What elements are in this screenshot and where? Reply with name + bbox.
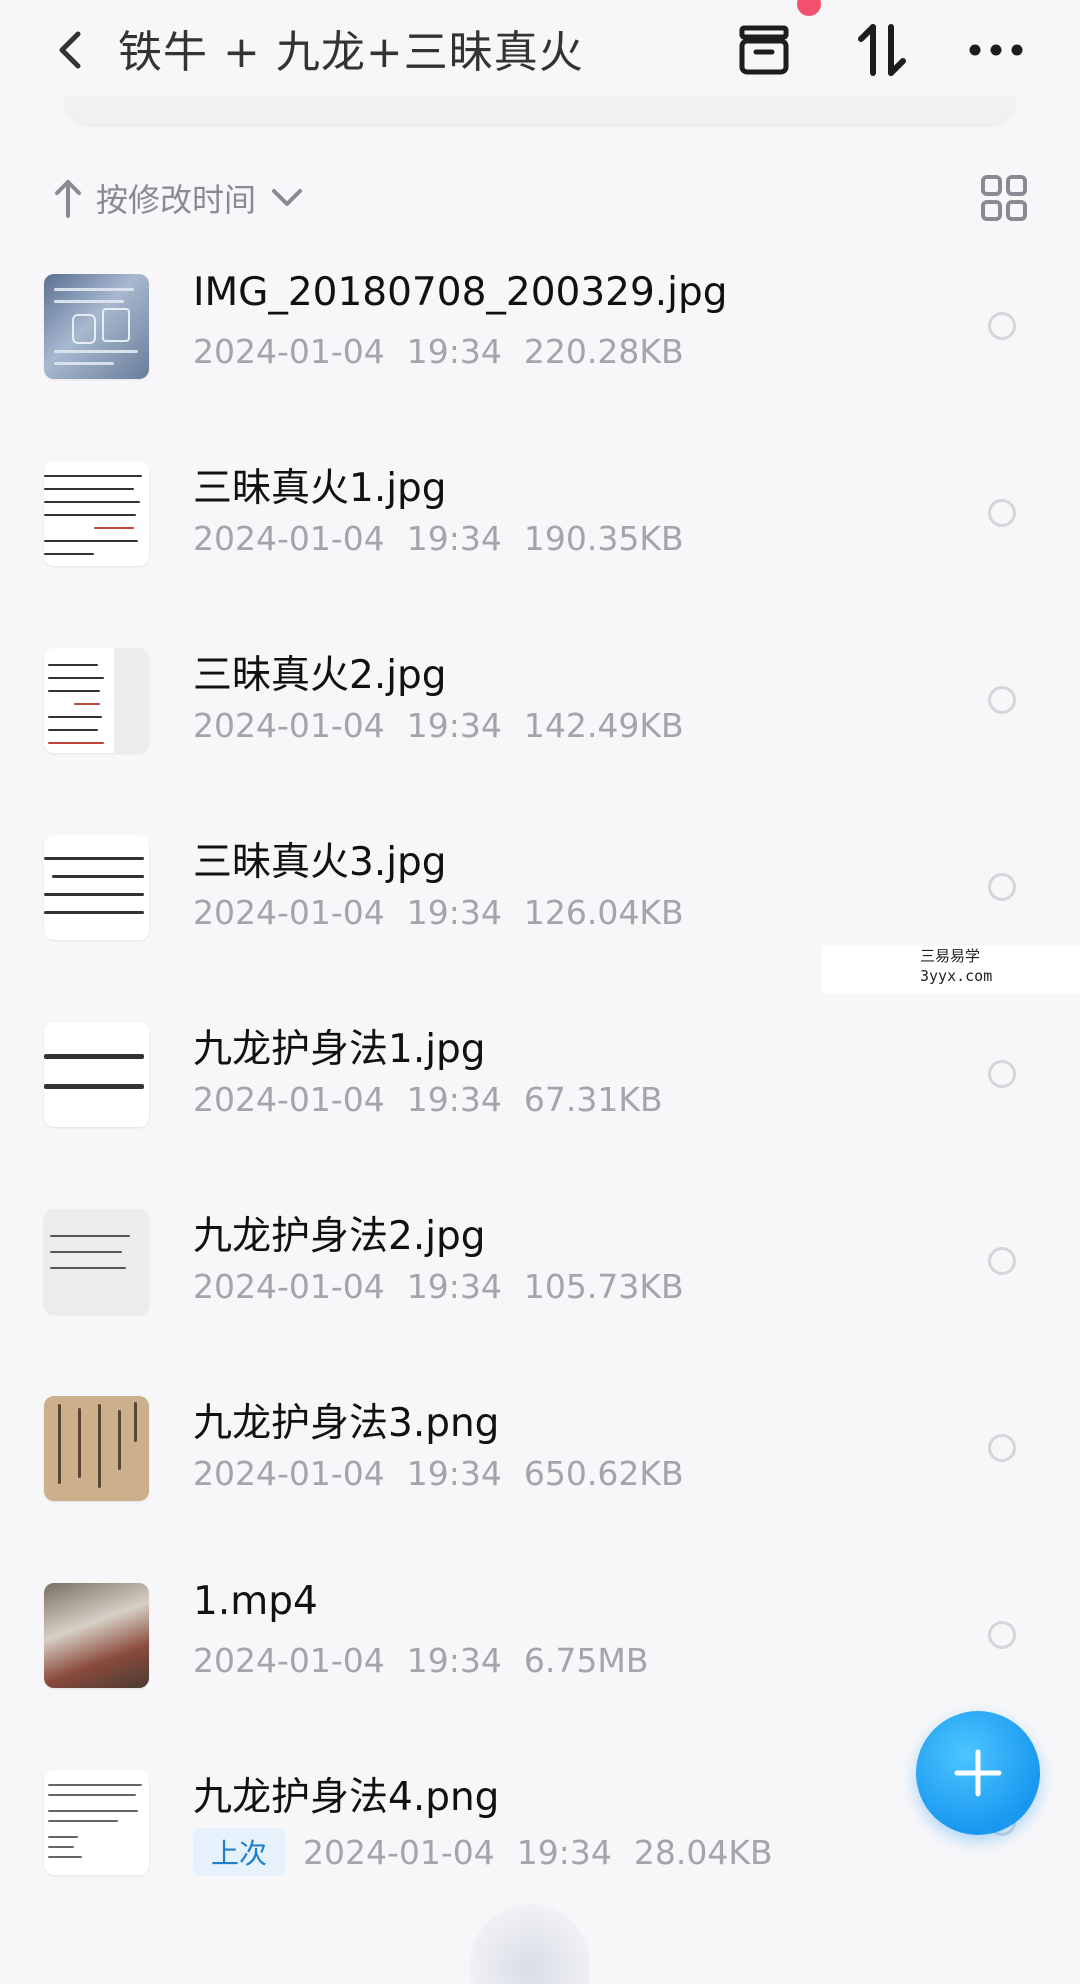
select-radio[interactable] <box>988 1060 1016 1088</box>
file-time: 19:34 <box>406 519 502 558</box>
file-time: 19:34 <box>406 1267 502 1306</box>
select-radio[interactable] <box>988 1247 1016 1275</box>
notification-dot <box>797 0 821 16</box>
file-time: 19:34 <box>406 1641 502 1680</box>
file-name: 九龙护身法1.jpg <box>193 1027 486 1072</box>
file-name: 九龙护身法4.png <box>193 1775 500 1820</box>
video-thumbnail <box>44 1583 149 1688</box>
file-meta: 上次 2024-01-04 19:34 28.04KB <box>193 1828 795 1876</box>
folder-title: 铁牛 + 九龙+三昧真火 <box>118 27 584 78</box>
file-size: 126.04KB <box>523 893 684 932</box>
sort-selector[interactable]: 按修改时间 <box>50 168 304 228</box>
grid-view-button[interactable] <box>980 174 1028 222</box>
site-watermark: 三易易学 3yyx.com <box>822 946 1080 994</box>
image-thumbnail <box>44 835 149 940</box>
select-radio[interactable] <box>988 686 1016 714</box>
file-row[interactable]: 九龙护身法3.png 2024-01-04 19:34 650.62KB <box>0 1354 1080 1541</box>
file-time: 19:34 <box>406 893 502 932</box>
file-row[interactable]: 九龙护身法2.jpg 2024-01-04 19:34 105.73KB <box>0 1167 1080 1354</box>
more-dots-icon <box>969 44 1023 56</box>
file-date: 2024-01-04 <box>303 1832 495 1872</box>
file-time: 19:34 <box>406 1080 502 1119</box>
select-radio[interactable] <box>988 1434 1016 1462</box>
file-meta: 2024-01-04 19:34 6.75MB <box>193 1641 670 1680</box>
file-date: 2024-01-04 <box>193 519 385 558</box>
file-name: IMG_20180708_200329.jpg <box>193 270 728 315</box>
back-chevron-icon <box>59 31 81 69</box>
file-row[interactable]: 三昧真火1.jpg 2024-01-04 19:34 190.35KB <box>0 419 1080 606</box>
plus-icon <box>954 1749 1002 1797</box>
file-name: 三昧真火1.jpg <box>193 466 447 511</box>
image-thumbnail <box>44 1209 149 1314</box>
file-size: 142.49KB <box>523 706 684 745</box>
file-date: 2024-01-04 <box>193 1080 385 1119</box>
sort-swap-button[interactable] <box>850 18 914 82</box>
floating-assistant-avatar[interactable] <box>470 1904 590 1984</box>
file-row[interactable]: 三昧真火2.jpg 2024-01-04 19:34 142.49KB <box>0 606 1080 793</box>
file-date: 2024-01-04 <box>193 1267 385 1306</box>
file-time: 19:34 <box>406 332 502 371</box>
file-size: 190.35KB <box>523 519 684 558</box>
file-name: 九龙护身法3.png <box>193 1401 500 1446</box>
select-radio[interactable] <box>988 499 1016 527</box>
file-meta: 2024-01-04 19:34 105.73KB <box>193 1267 706 1306</box>
file-date: 2024-01-04 <box>193 1454 385 1493</box>
file-size: 105.73KB <box>523 1267 684 1306</box>
file-name: 三昧真火2.jpg <box>193 653 447 698</box>
file-list: IMG_20180708_200329.jpg 2024-01-04 19:34… <box>0 232 1080 1915</box>
more-options-button[interactable] <box>964 18 1028 82</box>
file-meta: 2024-01-04 19:34 126.04KB <box>193 893 706 932</box>
file-date: 2024-01-04 <box>193 332 385 371</box>
file-date: 2024-01-04 <box>193 893 385 932</box>
image-thumbnail <box>44 648 149 753</box>
watermark-line-1: 三易易学 <box>920 947 981 965</box>
add-fab-button[interactable] <box>916 1711 1040 1835</box>
select-radio[interactable] <box>988 1621 1016 1649</box>
top-app-bar: 铁牛 + 九龙+三昧真火 <box>0 0 1080 100</box>
image-thumbnail <box>44 1022 149 1127</box>
file-meta: 2024-01-04 19:34 190.35KB <box>193 519 706 558</box>
grid-view-icon <box>981 175 1027 221</box>
image-thumbnail <box>44 274 149 379</box>
search-bar-edge <box>64 96 1016 124</box>
file-name: 九龙护身法2.jpg <box>193 1214 486 1259</box>
file-size: 67.31KB <box>523 1080 663 1119</box>
sort-label: 按修改时间 <box>96 181 257 219</box>
file-meta: 2024-01-04 19:34 142.49KB <box>193 706 706 745</box>
file-row[interactable]: IMG_20180708_200329.jpg 2024-01-04 19:34… <box>0 232 1080 419</box>
file-size: 650.62KB <box>523 1454 684 1493</box>
file-date: 2024-01-04 <box>193 1641 385 1680</box>
file-time: 19:34 <box>516 1832 612 1872</box>
file-meta: 2024-01-04 19:34 650.62KB <box>193 1454 706 1493</box>
file-row[interactable]: 1.mp4 2024-01-04 19:34 6.75MB <box>0 1541 1080 1728</box>
select-radio[interactable] <box>988 873 1016 901</box>
file-row[interactable]: 九龙护身法1.jpg 2024-01-04 19:34 67.31KB <box>0 980 1080 1167</box>
file-date: 2024-01-04 <box>193 706 385 745</box>
archive-button[interactable] <box>732 18 796 82</box>
file-time: 19:34 <box>406 1454 502 1493</box>
file-size: 28.04KB <box>633 1832 773 1872</box>
file-meta: 2024-01-04 19:34 67.31KB <box>193 1080 685 1119</box>
sort-ascending-arrow-icon <box>55 180 81 218</box>
sort-swap-icon <box>858 24 906 76</box>
image-thumbnail <box>44 1770 149 1875</box>
file-size: 6.75MB <box>523 1641 649 1680</box>
chevron-down-icon <box>272 189 303 206</box>
file-meta: 2024-01-04 19:34 220.28KB <box>193 332 706 371</box>
image-thumbnail <box>44 1396 149 1501</box>
select-radio[interactable] <box>988 312 1016 340</box>
file-name: 1.mp4 <box>193 1579 318 1624</box>
last-opened-badge: 上次 <box>193 1828 286 1876</box>
watermark-line-2: 3yyx.com <box>920 967 993 985</box>
file-name: 三昧真火3.jpg <box>193 840 447 885</box>
image-thumbnail <box>44 461 149 566</box>
file-time: 19:34 <box>406 706 502 745</box>
archive-box-icon <box>739 25 789 75</box>
back-button[interactable] <box>50 22 90 78</box>
file-size: 220.28KB <box>523 332 684 371</box>
